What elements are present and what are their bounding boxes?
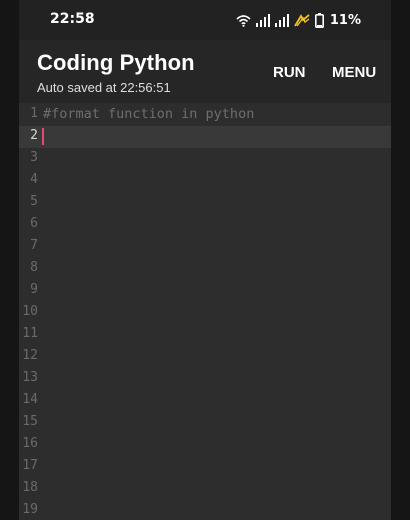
line-number: 11 bbox=[22, 326, 38, 341]
line-number: 4 bbox=[30, 172, 38, 187]
editor-line[interactable]: 17 bbox=[19, 456, 391, 478]
status-icons: 11% bbox=[236, 10, 361, 30]
editor-line[interactable]: 19 bbox=[19, 500, 391, 520]
text-cursor bbox=[42, 128, 44, 145]
line-number: 2 bbox=[30, 128, 38, 143]
editor-line[interactable]: 3 bbox=[19, 148, 391, 170]
battery-icon bbox=[314, 12, 324, 28]
menu-button[interactable]: MENU bbox=[332, 64, 376, 81]
editor-line[interactable]: 11 bbox=[19, 324, 391, 346]
editor-line[interactable]: 7 bbox=[19, 236, 391, 258]
editor-line[interactable]: 14 bbox=[19, 390, 391, 412]
status-time: 22:58 bbox=[50, 11, 95, 27]
editor-line[interactable]: 18 bbox=[19, 478, 391, 500]
line-number: 19 bbox=[22, 502, 38, 517]
line-number: 1 bbox=[30, 106, 38, 121]
editor-line[interactable]: 1 #format function in python bbox=[19, 104, 391, 126]
data-saver-icon bbox=[294, 13, 310, 26]
line-number: 5 bbox=[30, 194, 38, 209]
line-number: 16 bbox=[22, 436, 38, 451]
editor-line[interactable]: 15 bbox=[19, 412, 391, 434]
line-number: 6 bbox=[30, 216, 38, 231]
run-button[interactable]: RUN bbox=[273, 64, 306, 81]
line-number: 17 bbox=[22, 458, 38, 473]
editor-line[interactable]: 13 bbox=[19, 368, 391, 390]
editor-line[interactable]: 6 bbox=[19, 214, 391, 236]
line-number: 12 bbox=[22, 348, 38, 363]
editor-line[interactable]: 9 bbox=[19, 280, 391, 302]
autosave-status: Auto saved at 22:56:51 bbox=[37, 80, 171, 95]
signal-icon bbox=[255, 13, 270, 27]
editor-line[interactable]: 5 bbox=[19, 192, 391, 214]
editor-line[interactable]: 12 bbox=[19, 346, 391, 368]
line-number: 8 bbox=[30, 260, 38, 275]
line-code: #format function in python bbox=[43, 106, 255, 122]
editor-line[interactable]: 16 bbox=[19, 434, 391, 456]
line-number: 14 bbox=[22, 392, 38, 407]
editor-line[interactable]: 4 bbox=[19, 170, 391, 192]
status-bar: 22:58 11% bbox=[19, 0, 391, 40]
line-number: 18 bbox=[22, 480, 38, 495]
signal-icon bbox=[274, 13, 289, 27]
app-title: Coding Python bbox=[37, 50, 195, 75]
editor-line[interactable]: 2 bbox=[19, 126, 391, 148]
line-number: 15 bbox=[22, 414, 38, 429]
app-bar: Coding Python Auto saved at 22:56:51 RUN… bbox=[19, 40, 391, 103]
battery-percent: 11% bbox=[329, 12, 361, 28]
phone-screen: 22:58 11% Coding Python Auto saved at 22… bbox=[19, 0, 391, 520]
line-number: 9 bbox=[30, 282, 38, 297]
editor-line[interactable]: 8 bbox=[19, 258, 391, 280]
wifi-icon bbox=[236, 14, 251, 27]
line-number: 7 bbox=[30, 238, 38, 253]
editor-line[interactable]: 10 bbox=[19, 302, 391, 324]
line-number: 13 bbox=[22, 370, 38, 385]
code-editor[interactable]: 1 #format function in python 2 3 4 5 6 7 8 9 10 11 1… bbox=[19, 104, 391, 520]
line-number: 3 bbox=[30, 150, 38, 165]
line-number: 10 bbox=[22, 304, 38, 319]
